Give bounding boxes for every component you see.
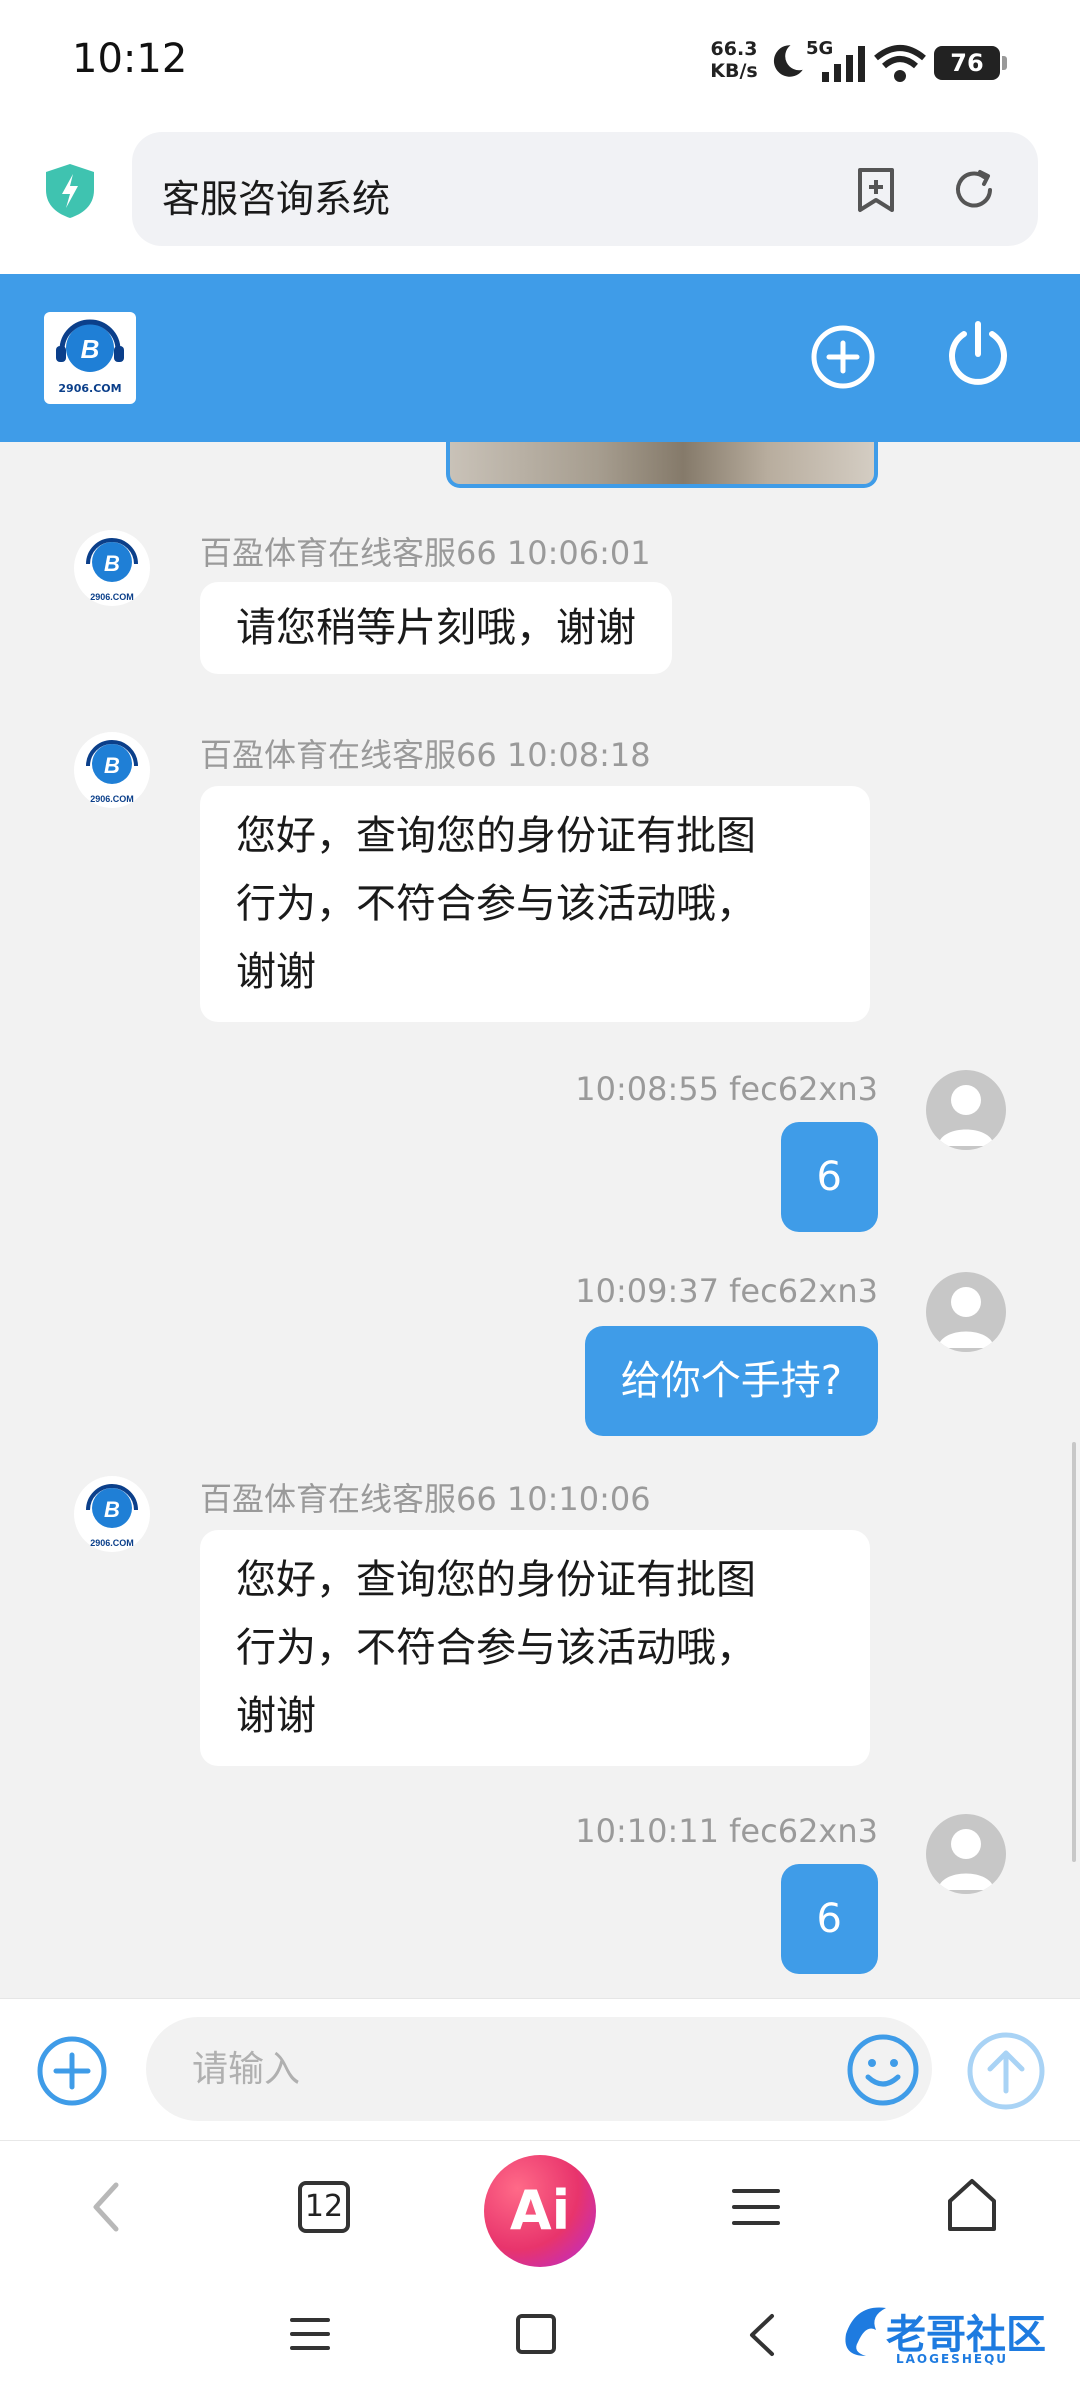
user-avatar [926, 1070, 1006, 1150]
headset-logo-icon: B 2906.COM [86, 538, 138, 602]
add-circle-icon[interactable] [810, 324, 876, 390]
do-not-disturb-moon-icon [773, 45, 803, 77]
browser-address-bar: 客服咨询系统 [0, 120, 1080, 274]
svg-text:B: B [81, 334, 100, 364]
system-back-icon[interactable] [744, 2312, 780, 2358]
network-speed-unit: KB/s [710, 60, 758, 82]
svg-text:2906.COM: 2906.COM [90, 592, 134, 602]
svg-text:B: B [104, 753, 120, 778]
message-input-bar [0, 1998, 1080, 2140]
address-field[interactable]: 客服咨询系统 [132, 132, 1038, 246]
user-avatar [926, 1272, 1006, 1352]
signal-icon [822, 46, 865, 82]
brand-logo: B 2906.COM [44, 312, 136, 404]
user-message-bubble[interactable]: 6 [780, 1122, 878, 1232]
add-bookmark-icon[interactable] [852, 166, 900, 214]
send-arrow-icon[interactable] [966, 2031, 1046, 2111]
person-icon [938, 1287, 994, 1348]
chat-header: B 2906.COM [0, 274, 1080, 442]
user-message-bubble[interactable]: 6 [780, 1864, 878, 1974]
agent-message-bubble[interactable]: 请您稍等片刻哦，谢谢 [200, 582, 672, 674]
user-avatar [926, 1814, 1006, 1894]
message-text: 请您稍等片刻哦，谢谢 [236, 605, 636, 651]
home-icon[interactable] [946, 2177, 998, 2235]
message-text-line: 您好，查询您的身份证有批图 [236, 813, 756, 859]
message-text-line: 谢谢 [236, 1693, 316, 1739]
browser-back-icon[interactable] [82, 2179, 132, 2235]
network-speed: 66.3 KB/s [706, 38, 762, 82]
system-home-button[interactable] [516, 2314, 556, 2354]
message-text: 6 [816, 1154, 842, 1200]
browser-toolbar: 12 Ai [0, 2140, 1080, 2270]
message-meta: 百盈体育在线客服66 10:10:06 [200, 1480, 651, 1518]
agent-message-bubble[interactable]: 您好，查询您的身份证有批图 行为，不符合参与该活动哦， 谢谢 [200, 1530, 870, 1766]
message-input[interactable] [146, 2017, 932, 2121]
status-bar: 10:12 66.3 KB/s 5G 76 [0, 0, 1080, 120]
agent-avatar: B 2906.COM [74, 1476, 150, 1552]
message-meta: 10:10:11 fec62xn3 [575, 1812, 878, 1850]
agent-avatar: B 2906.COM [74, 732, 150, 808]
agent-avatar: B 2906.COM [74, 530, 150, 606]
reload-icon[interactable] [950, 166, 998, 214]
svg-text:2906.COM: 2906.COM [90, 794, 134, 804]
ai-assistant-button[interactable]: Ai [484, 2155, 596, 2267]
agent-message-bubble[interactable]: 您好，查询您的身份证有批图 行为，不符合参与该活动哦， 谢谢 [200, 786, 870, 1022]
message-text-line: 行为，不符合参与该活动哦， [236, 1625, 756, 1671]
brand-logo-text: 2906.COM [58, 382, 122, 395]
message-meta: 10:09:37 fec62xn3 [575, 1272, 878, 1310]
page-title: 客服咨询系统 [162, 177, 391, 221]
watermark-subtext: LAOGESHEQU [896, 2352, 1009, 2366]
svg-text:B: B [104, 1497, 120, 1522]
headset-logo-icon: B 2906.COM [86, 1484, 138, 1548]
message-meta: 百盈体育在线客服66 10:08:18 [200, 736, 651, 774]
security-shield-icon[interactable] [44, 162, 96, 220]
scrollbar[interactable] [1072, 1442, 1076, 1862]
status-time: 10:12 [72, 36, 188, 82]
recent-apps-icon[interactable] [290, 2316, 330, 2352]
system-navigation-bar: 老哥社区 LAOGESHEQU [0, 2270, 1080, 2400]
menu-icon[interactable] [730, 2185, 782, 2229]
user-message-bubble[interactable]: 给你个手持? [584, 1326, 878, 1436]
person-icon [938, 1829, 994, 1890]
tabs-button[interactable]: 12 [298, 2181, 350, 2233]
message-text-line: 谢谢 [236, 949, 316, 995]
svg-text:2906.COM: 2906.COM [90, 1538, 134, 1548]
message-text-line: 您好，查询您的身份证有批图 [236, 1557, 756, 1603]
message-text: 6 [816, 1896, 842, 1942]
emoji-icon[interactable] [846, 2033, 920, 2107]
svg-text:B: B [104, 551, 120, 576]
message-meta: 10:08:55 fec62xn3 [575, 1070, 878, 1108]
battery-indicator: 76 [934, 46, 1007, 80]
message-meta: 百盈体育在线客服66 10:06:01 [200, 534, 651, 572]
headset-logo-icon: B 2906.COM [86, 740, 138, 804]
watermark-logo: 老哥社区 LAOGESHEQU [836, 2294, 1066, 2376]
previous-image-message[interactable] [446, 442, 878, 488]
message-text-line: 行为，不符合参与该活动哦， [236, 881, 756, 927]
chat-messages[interactable]: B 2906.COM 百盈体育在线客服66 10:06:01 请您稍等片刻哦，谢… [0, 442, 1080, 1998]
wifi-icon [874, 45, 926, 82]
network-speed-value: 66.3 [710, 38, 758, 60]
person-icon [938, 1085, 994, 1146]
message-text: 给你个手持? [620, 1358, 842, 1404]
add-attachment-icon[interactable] [36, 2035, 108, 2107]
power-icon[interactable] [942, 318, 1014, 390]
